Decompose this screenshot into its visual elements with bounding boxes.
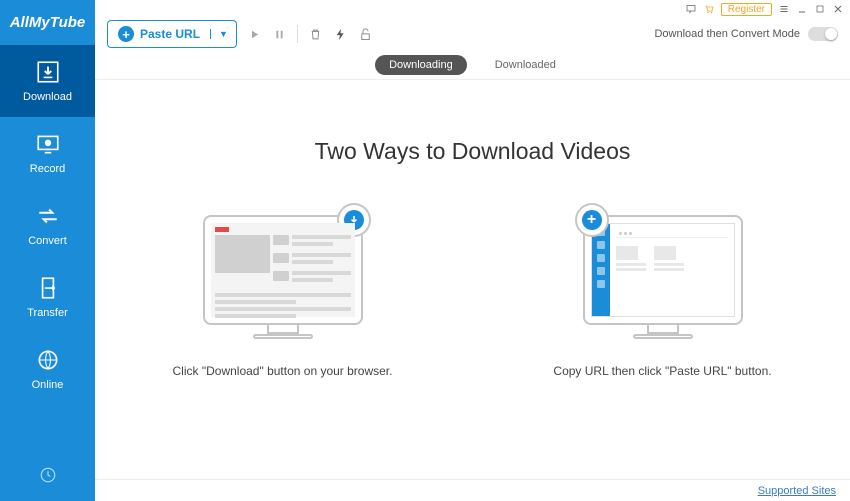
minimize-icon[interactable] bbox=[796, 3, 808, 15]
tab-downloaded[interactable]: Downloaded bbox=[481, 55, 570, 75]
convert-mode-label: Download then Convert Mode bbox=[654, 28, 800, 40]
record-icon bbox=[35, 131, 61, 157]
plus-icon: + bbox=[118, 26, 134, 42]
sidebar-item-label: Convert bbox=[28, 235, 67, 247]
app-logo: AllMyTube bbox=[10, 0, 86, 45]
paste-url-button[interactable]: + Paste URL ▼ bbox=[107, 20, 237, 48]
method-paste-url: + Copy URL the bbox=[548, 215, 778, 380]
supported-sites-link[interactable]: Supported Sites bbox=[758, 485, 836, 497]
chevron-down-icon[interactable]: ▼ bbox=[210, 29, 236, 39]
cart-icon[interactable] bbox=[703, 3, 715, 15]
sidebar-item-label: Record bbox=[30, 163, 65, 175]
tab-downloading[interactable]: Downloading bbox=[375, 55, 467, 75]
maximize-icon[interactable] bbox=[814, 3, 826, 15]
globe-icon bbox=[35, 347, 61, 373]
tabbar: Downloading Downloaded bbox=[95, 50, 850, 80]
paste-url-label: Paste URL bbox=[140, 27, 200, 41]
monitor-illustration: + bbox=[583, 215, 743, 325]
method-caption: Click "Download" button on your browser. bbox=[173, 363, 393, 380]
close-icon[interactable] bbox=[832, 3, 844, 15]
lock-open-icon[interactable] bbox=[358, 27, 373, 42]
sidebar-item-download[interactable]: Download bbox=[0, 45, 95, 117]
convert-mode-toggle[interactable] bbox=[808, 27, 838, 41]
sidebar-item-convert[interactable]: Convert bbox=[0, 189, 95, 261]
pause-icon[interactable] bbox=[272, 27, 287, 42]
sidebar-item-label: Transfer bbox=[27, 307, 68, 319]
register-button[interactable]: Register bbox=[721, 3, 772, 16]
sidebar-item-record[interactable]: Record bbox=[0, 117, 95, 189]
sidebar-item-label: Download bbox=[23, 91, 72, 103]
download-icon bbox=[35, 59, 61, 85]
sidebar-item-online[interactable]: Online bbox=[0, 333, 95, 405]
toolbar: + Paste URL ▼ Download then Convert Mode bbox=[95, 18, 850, 50]
method-caption: Copy URL then click "Paste URL" button. bbox=[553, 363, 771, 380]
bolt-icon[interactable] bbox=[333, 27, 348, 42]
feedback-icon[interactable] bbox=[685, 3, 697, 15]
footer: Supported Sites bbox=[95, 479, 850, 501]
main-area: Register + Paste URL ▼ Download then Con… bbox=[95, 0, 850, 501]
transfer-icon bbox=[35, 275, 61, 301]
schedule-icon[interactable] bbox=[39, 466, 57, 489]
monitor-illustration bbox=[203, 215, 363, 325]
content: Two Ways to Download Videos bbox=[95, 80, 850, 479]
play-icon[interactable] bbox=[247, 27, 262, 42]
method-browser: Click "Download" button on your browser. bbox=[168, 215, 398, 380]
sidebar-item-label: Online bbox=[32, 379, 64, 391]
convert-icon bbox=[35, 203, 61, 229]
trash-icon[interactable] bbox=[308, 27, 323, 42]
titlebar: Register bbox=[95, 0, 850, 18]
sidebar: AllMyTube Download Record Convert Transf… bbox=[0, 0, 95, 501]
plus-badge-icon: + bbox=[575, 203, 609, 237]
page-title: Two Ways to Download Videos bbox=[315, 138, 631, 165]
separator bbox=[297, 25, 298, 43]
menu-icon[interactable] bbox=[778, 3, 790, 15]
sidebar-item-transfer[interactable]: Transfer bbox=[0, 261, 95, 333]
